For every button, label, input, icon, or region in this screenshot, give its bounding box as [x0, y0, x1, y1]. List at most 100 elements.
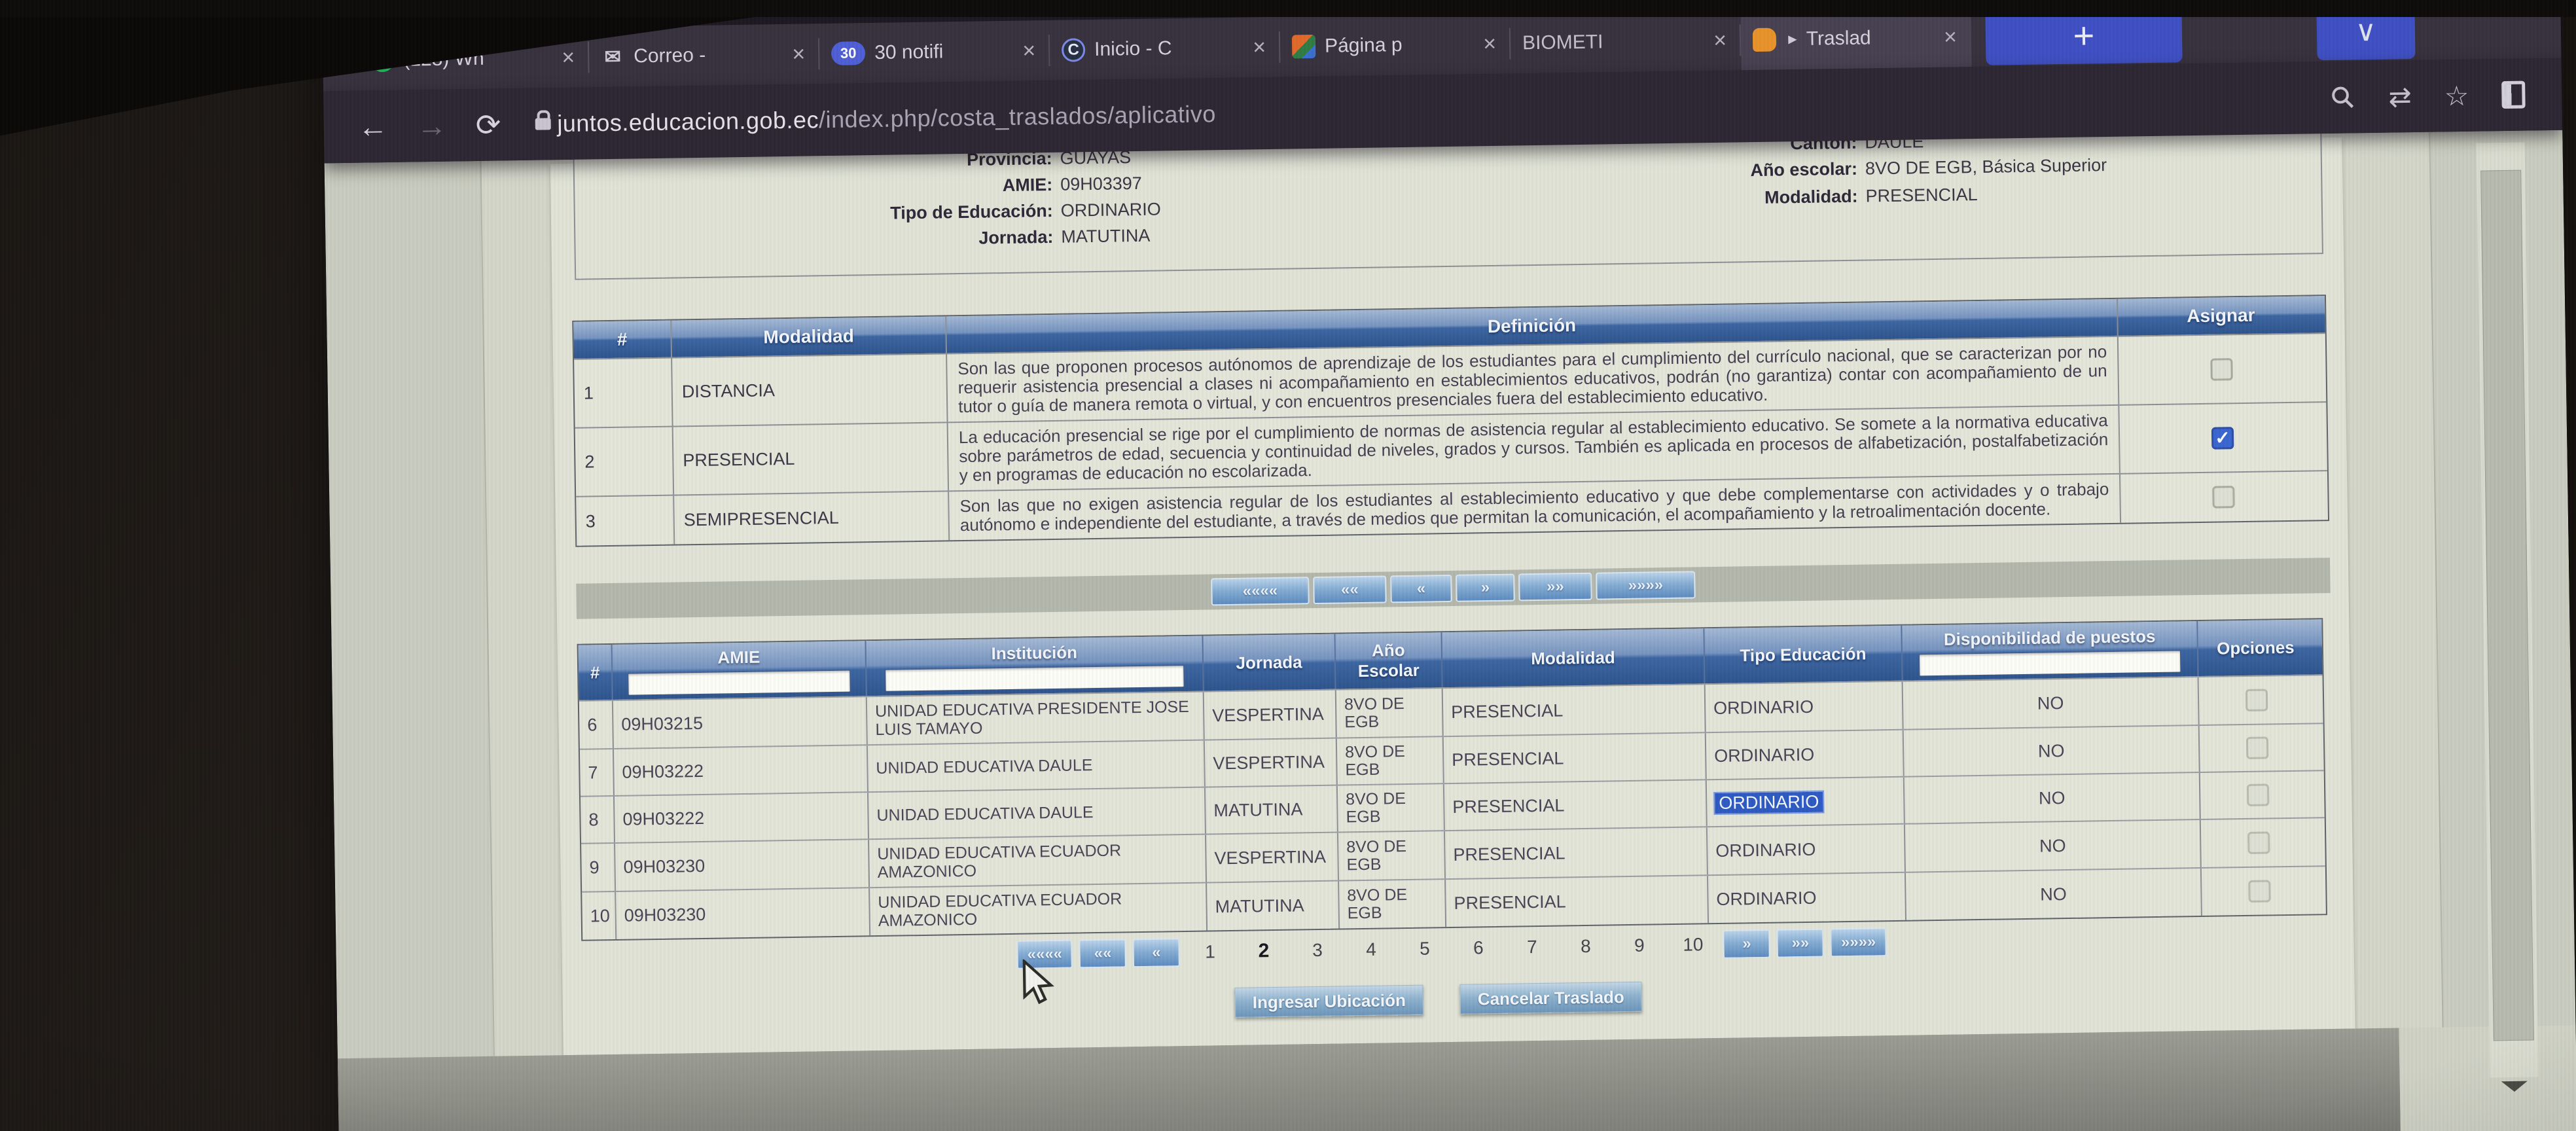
address-bar[interactable]: juntos.educacion.gob.ec/index.php/costa_…: [557, 100, 1216, 137]
disponibilidad: NO: [1904, 726, 2200, 776]
ingresar-ubicacion-button[interactable]: Ingresar Ubicación: [1234, 985, 1423, 1018]
page-number[interactable]: 3: [1294, 940, 1341, 961]
prev-page-button[interactable]: «: [1133, 938, 1181, 967]
prev-page-button[interactable]: «: [1390, 575, 1452, 603]
next-page-button[interactable]: »: [1456, 574, 1515, 602]
tab-inicio[interactable]: C Inicio - C ×: [1049, 17, 1280, 81]
col-disponibilidad-label: Disponibilidad de puestos: [1944, 626, 2156, 650]
close-tab-icon[interactable]: ×: [1480, 31, 1499, 56]
fast-prev-button[interactable]: ««: [1313, 575, 1387, 604]
tab-title: Página p: [1325, 33, 1472, 57]
row-num: 8: [581, 797, 615, 843]
col-disponibilidad: Disponibilidad de puestos: [1902, 621, 2198, 681]
page-number-current[interactable]: 2: [1240, 940, 1287, 963]
forward-button[interactable]: →: [402, 107, 461, 143]
bookmark-star-icon[interactable]: ☆: [2444, 79, 2469, 112]
tipo-educacion-selected: ORDINARIO: [1715, 791, 1823, 813]
row-num: 9: [581, 844, 616, 891]
col-num: #: [573, 321, 672, 359]
opciones-checkbox[interactable]: [2245, 689, 2268, 711]
modalidades-table: # Modalidad Definición Asignar 1 DISTANC…: [572, 295, 2329, 547]
page-number[interactable]: 1: [1187, 941, 1234, 963]
scroll-down-arrow-icon[interactable]: [2501, 1081, 2528, 1092]
asignar-checkbox[interactable]: [2210, 358, 2233, 381]
opciones-checkbox[interactable]: [2248, 880, 2271, 903]
last-page-button[interactable]: »»»»: [1831, 927, 1887, 957]
jornada: VESPERTINA: [1206, 833, 1339, 882]
tab-title: Correo -: [634, 43, 781, 67]
close-tab-icon[interactable]: ×: [1711, 27, 1729, 53]
back-button[interactable]: ←: [343, 109, 402, 145]
tab-notificaciones[interactable]: 30 30 notifi ×: [819, 20, 1050, 84]
opciones-checkbox[interactable]: [2245, 736, 2268, 759]
page-number[interactable]: 4: [1348, 939, 1395, 960]
asignar-checkbox[interactable]: ✓: [2211, 427, 2234, 450]
page-number[interactable]: 8: [1562, 935, 1609, 957]
disponibilidad: NO: [1905, 773, 2201, 823]
tab-title: Inicio - C: [1094, 37, 1242, 61]
cancelar-traslado-button[interactable]: Cancelar Traslado: [1459, 982, 1642, 1014]
tipo-educacion: ORDINARIO: [1713, 696, 1814, 718]
opciones-checkbox[interactable]: [2246, 783, 2269, 806]
tab-title: Traslad: [1806, 26, 1933, 50]
disponibilidad: NO: [1905, 820, 2202, 872]
page-number[interactable]: 10: [1670, 934, 1717, 956]
top-bezel-shadow: [0, 0, 2576, 17]
modalidad: PRESENCIAL: [1445, 827, 1708, 878]
jornada: VESPERTINA: [1204, 691, 1337, 740]
first-page-button[interactable]: ««««: [1211, 577, 1310, 605]
tipo-educacion-value: ORDINARIO: [1061, 199, 1161, 221]
close-tab-icon[interactable]: ×: [559, 45, 577, 70]
institution-name: UNIDAD EDUCATIVA PRESIDENTE JOSE LUIS TA…: [867, 692, 1205, 745]
tab-pagina[interactable]: Página p ×: [1279, 14, 1511, 77]
close-tab-icon[interactable]: ×: [1250, 35, 1268, 60]
opciones-checkbox[interactable]: [2247, 831, 2270, 854]
asignar-checkbox[interactable]: [2212, 486, 2235, 509]
anio-escolar: 8VO DE EGB: [1336, 689, 1444, 737]
amie-filter-input[interactable]: [628, 670, 851, 695]
play-indicator-icon: ►: [1785, 31, 1800, 48]
fast-next-button[interactable]: »»: [1777, 929, 1825, 958]
row-num: 7: [580, 749, 615, 796]
share-icon[interactable]: ⇄: [2388, 81, 2412, 113]
tipo-educacion: ORDINARIO: [1714, 744, 1814, 766]
modalidad-name: SEMIPRESENCIAL: [674, 492, 950, 544]
close-tab-icon[interactable]: ×: [789, 41, 808, 67]
modalidad-name: DISTANCIA: [672, 354, 948, 425]
page-scrollbar-thumb[interactable]: [2480, 170, 2534, 1041]
amie-value: 09H03397: [1060, 173, 1142, 195]
page-content: Provincia:GUAYAS AMIE:09H03397 Tipo de E…: [325, 130, 2576, 1131]
photographed-screen: Provincia:GUAYAS AMIE:09H03397 Tipo de E…: [0, 0, 2576, 1131]
last-page-button[interactable]: »»»»: [1596, 571, 1696, 600]
https-lock-icon[interactable]: [535, 118, 550, 130]
page-number[interactable]: 6: [1455, 937, 1502, 959]
close-tab-icon[interactable]: ×: [1020, 38, 1038, 63]
disponibilidad-filter-input[interactable]: [1919, 650, 2181, 676]
col-modalidad: Modalidad: [671, 316, 947, 357]
col-jornada: Jornada: [1203, 634, 1336, 691]
close-tab-icon[interactable]: ×: [1941, 24, 1959, 50]
modalidad-label: Modalidad:: [1641, 187, 1857, 210]
browser-window: Provincia:GUAYAS AMIE:09H03397 Tipo de E…: [322, 0, 2576, 1131]
modalidad-value: PRESENCIAL: [1865, 185, 1978, 207]
page-number[interactable]: 5: [1401, 938, 1448, 960]
row-num: 2: [575, 427, 675, 496]
jornada-label: Jornada:: [595, 227, 1053, 254]
page-scrollbar-track[interactable]: [2476, 143, 2538, 1078]
disponibilidad: NO: [1906, 869, 2202, 920]
page-number[interactable]: 9: [1616, 935, 1663, 956]
next-page-button[interactable]: »: [1723, 929, 1771, 959]
fast-next-button[interactable]: »»: [1518, 573, 1592, 601]
page-number[interactable]: 7: [1509, 937, 1556, 958]
jornada: VESPERTINA: [1205, 739, 1338, 787]
tab-biometi[interactable]: BIOMETI ×: [1510, 10, 1741, 73]
reload-button[interactable]: ⟳: [461, 107, 515, 143]
side-panel-icon[interactable]: [2501, 81, 2526, 109]
institucion-filter-input[interactable]: [885, 665, 1185, 692]
url-domain: juntos.educacion.gob.ec: [557, 106, 819, 137]
amie-code: 09H03222: [614, 745, 868, 795]
anio-escolar: 8VO DE EGB: [1338, 784, 1445, 831]
search-icon[interactable]: [2329, 84, 2356, 111]
col-institucion-label: Institución: [991, 642, 1077, 664]
fast-prev-button[interactable]: ««: [1079, 939, 1127, 968]
